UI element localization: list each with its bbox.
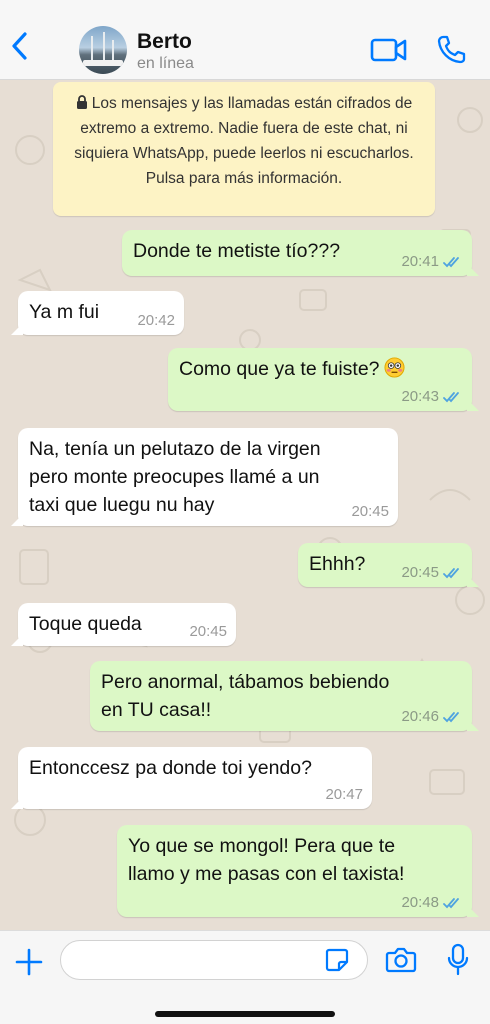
message-input[interactable] <box>60 940 368 980</box>
avatar[interactable] <box>79 26 127 74</box>
lock-icon <box>76 95 87 109</box>
message-meta: 20:45 <box>401 564 463 582</box>
message-text: Ya m fui <box>29 301 100 323</box>
read-receipt-icon <box>443 257 459 268</box>
read-receipt-icon <box>443 898 459 909</box>
message-bubble-outgoing[interactable]: Como que ya te fuiste? 20:43 <box>168 348 479 411</box>
read-receipt-icon <box>443 712 459 723</box>
message-time: 20:42 <box>137 312 175 329</box>
contact-status: en línea <box>137 55 194 72</box>
message-meta: 20:46 <box>401 708 463 726</box>
message-text: Como que ya te fuiste? <box>179 355 405 383</box>
message-text: Donde te metiste tío??? <box>133 240 341 262</box>
message-meta: 20:47 <box>325 786 363 804</box>
message-time: 20:43 <box>401 388 439 405</box>
encryption-notice[interactable]: Los mensajes y las llamadas están cifrad… <box>53 82 435 216</box>
read-receipt-icon <box>443 568 459 579</box>
message-time: 20:45 <box>351 503 389 520</box>
video-call-icon[interactable] <box>370 37 408 63</box>
message-text: Entonccesz pa donde toi yendo? <box>29 757 312 779</box>
plus-icon[interactable] <box>14 947 44 977</box>
message-time: 20:41 <box>401 253 439 270</box>
message-text: Na, tenía un pelutazo de la virgen pero … <box>29 438 321 516</box>
message-input-bar <box>0 930 490 1024</box>
message-text: Ehhh? <box>309 553 366 575</box>
message-text: Pero anormal, tábamos bebiendo en TU cas… <box>101 671 390 721</box>
message-text: Toque queda <box>29 613 142 635</box>
message-meta: 20:42 <box>137 312 175 330</box>
message-time: 20:48 <box>401 894 439 911</box>
contact-name[interactable]: Berto <box>137 30 192 54</box>
message-meta: 20:43 <box>401 388 463 406</box>
message-bubble-incoming[interactable]: Entonccesz pa donde toi yendo? 20:47 <box>11 747 372 809</box>
message-meta: 20:48 <box>401 894 463 912</box>
message-time: 20:47 <box>325 786 363 803</box>
chat-header: Berto en línea <box>0 0 490 80</box>
microphone-icon[interactable] <box>446 943 470 977</box>
message-bubble-incoming[interactable]: Toque queda 20:45 <box>11 603 236 646</box>
home-indicator <box>155 1011 335 1017</box>
message-time: 20:45 <box>401 564 439 581</box>
message-text: Yo que se mongol! Pera que te llamo y me… <box>128 835 405 885</box>
encryption-notice-text: Los mensajes y las llamadas están cifrad… <box>74 95 414 187</box>
message-bubble-outgoing[interactable]: Pero anormal, tábamos bebiendo en TU cas… <box>90 661 479 731</box>
message-bubble-incoming[interactable]: Na, tenía un pelutazo de la virgen pero … <box>11 428 398 526</box>
read-receipt-icon <box>443 392 459 403</box>
message-meta: 20:45 <box>351 503 389 521</box>
flushed-face-emoji-icon <box>384 357 405 378</box>
message-bubble-outgoing[interactable]: Yo que se mongol! Pera que te llamo y me… <box>117 825 479 917</box>
camera-icon[interactable] <box>385 945 417 975</box>
phone-call-icon[interactable] <box>436 34 466 64</box>
message-bubble-incoming[interactable]: Ya m fui 20:42 <box>11 291 184 335</box>
message-time: 20:45 <box>189 623 227 640</box>
message-bubble-outgoing[interactable]: Donde te metiste tío??? 20:41 <box>122 230 479 276</box>
message-meta: 20:45 <box>189 623 227 641</box>
message-bubble-outgoing[interactable]: Ehhh? 20:45 <box>298 543 479 587</box>
sticker-icon[interactable] <box>324 947 350 973</box>
message-time: 20:46 <box>401 708 439 725</box>
back-chevron-icon[interactable] <box>8 30 32 62</box>
chat-area[interactable]: Los mensajes y las llamadas están cifrad… <box>0 80 490 930</box>
message-meta: 20:41 <box>401 253 463 271</box>
